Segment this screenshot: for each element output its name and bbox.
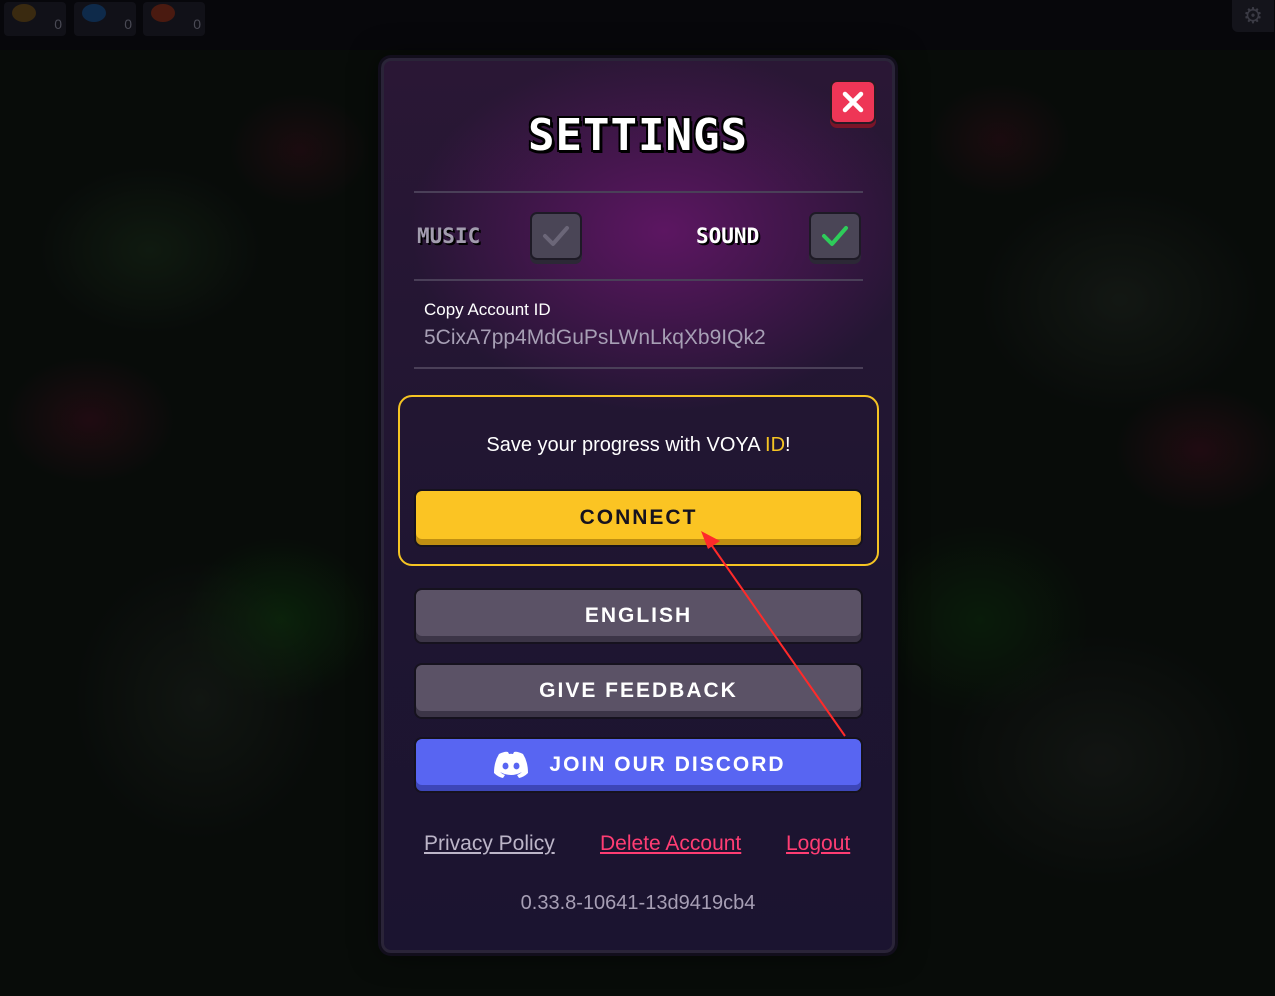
- voya-prompt-suffix: !: [785, 434, 791, 456]
- music-label: MUSIC: [417, 224, 481, 248]
- check-icon: [543, 226, 569, 246]
- connect-button[interactable]: CONNECT: [414, 489, 863, 547]
- fire-resource-icon: [151, 4, 175, 22]
- gem-resource-icon: [82, 4, 106, 22]
- sound-checkbox[interactable]: [809, 212, 861, 260]
- divider: [414, 191, 863, 193]
- gold-resource: 0: [4, 2, 66, 36]
- join-discord-button[interactable]: JOIN OUR DISCORD: [414, 737, 863, 793]
- gem-count: 0: [124, 16, 132, 32]
- music-checkbox[interactable]: [530, 212, 582, 260]
- discord-label: JOIN OUR DISCORD: [549, 753, 786, 776]
- divider: [414, 367, 863, 369]
- discord-icon: [491, 750, 531, 780]
- gear-icon[interactable]: ⚙: [1232, 0, 1274, 32]
- page-title: SETTINGS: [528, 110, 748, 161]
- account-id-value[interactable]: 5CixA7pp4MdGuPsLWnLkqXb9IQk2: [424, 326, 766, 350]
- feedback-label: GIVE FEEDBACK: [539, 679, 738, 702]
- language-label: ENGLISH: [584, 604, 693, 627]
- version-label: 0.33.8-10641-13d9419cb4: [520, 892, 756, 914]
- voya-id-highlight: ID: [765, 434, 786, 456]
- copy-account-id-label[interactable]: Copy Account ID: [424, 300, 551, 320]
- privacy-policy-link[interactable]: Privacy Policy: [424, 832, 555, 856]
- gem-resource: 0: [74, 2, 136, 36]
- connect-label: CONNECT: [579, 506, 698, 529]
- gold-count: 0: [54, 16, 62, 32]
- language-button[interactable]: ENGLISH: [414, 588, 863, 644]
- sound-label: SOUND: [696, 224, 760, 248]
- top-hud-bar: 0 0 0 ⚙: [0, 0, 1275, 50]
- voya-prompt: Save your progress with VOYA ID!: [398, 434, 879, 457]
- delete-account-link[interactable]: Delete Account: [600, 832, 741, 856]
- fire-count: 0: [193, 16, 201, 32]
- logout-link[interactable]: Logout: [786, 832, 850, 856]
- voya-prompt-text: Save your progress with VOYA: [486, 434, 766, 456]
- divider: [414, 279, 863, 281]
- gold-resource-icon: [12, 4, 36, 22]
- fire-resource: 0: [143, 2, 205, 36]
- give-feedback-button[interactable]: GIVE FEEDBACK: [414, 663, 863, 719]
- check-icon: [822, 226, 848, 246]
